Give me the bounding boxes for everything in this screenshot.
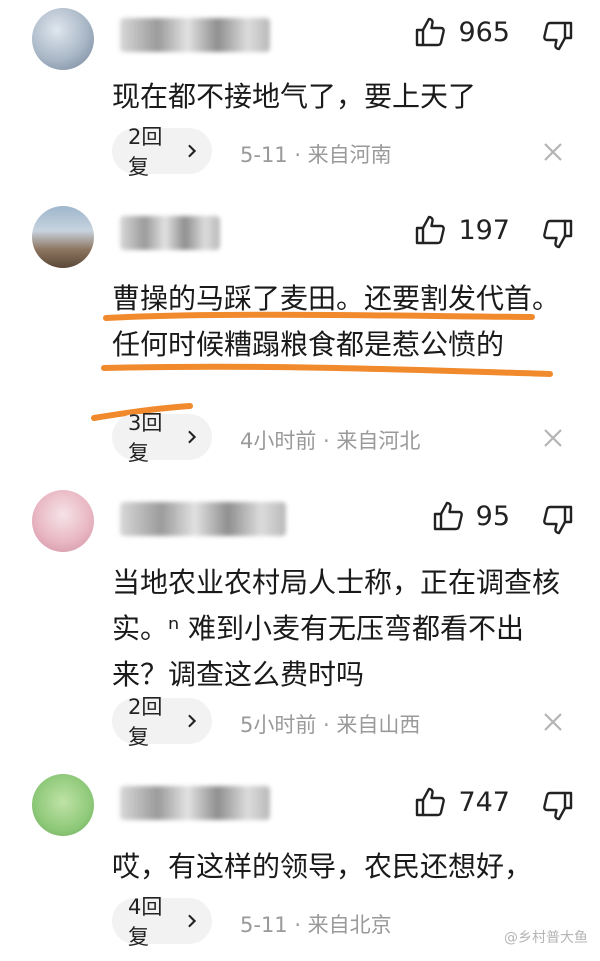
comment-meta: 5小时前 · 来自山西 — [240, 713, 421, 737]
like-button[interactable]: 747 — [414, 786, 510, 818]
like-count: 95 — [475, 500, 510, 532]
reply-count-button[interactable]: 2回复 — [112, 695, 212, 749]
thumbs-up-icon — [416, 17, 446, 47]
username-blurred[interactable] — [120, 502, 286, 536]
close-icon[interactable] — [542, 427, 564, 449]
chevron-right-icon — [187, 714, 196, 728]
username-blurred[interactable] — [120, 786, 270, 820]
thumbs-down-icon[interactable] — [542, 790, 574, 822]
like-button[interactable]: 965 — [414, 16, 510, 48]
like-count: 965 — [458, 16, 510, 48]
avatar[interactable] — [32, 774, 94, 836]
avatar[interactable] — [32, 8, 94, 70]
reply-count-button[interactable]: 3回复 — [112, 411, 212, 465]
reply-count: 2回复 — [128, 695, 163, 749]
chevron-right-icon — [187, 430, 196, 444]
comment-text: 哎，有这样的领导，农民还想好， — [112, 850, 533, 883]
comment-meta: 5-11 · 来自河南 — [240, 143, 392, 167]
username-blurred[interactable] — [120, 18, 270, 52]
watermark: @乡村普大鱼 — [504, 930, 588, 946]
thumbs-down-icon[interactable] — [542, 504, 574, 536]
avatar[interactable] — [32, 490, 94, 552]
highlight-underline — [91, 311, 553, 421]
close-icon[interactable] — [542, 141, 564, 163]
thumbs-down-icon[interactable] — [542, 20, 574, 52]
thumbs-up-icon — [433, 501, 463, 531]
reply-count: 2回复 — [128, 125, 163, 179]
like-button[interactable]: 95 — [432, 500, 510, 532]
like-count: 747 — [458, 786, 510, 818]
close-icon[interactable] — [542, 711, 564, 733]
reply-count: 3回复 — [128, 411, 163, 465]
reply-count: 4回复 — [128, 895, 163, 949]
comment-text: 当地农业农村局人士称，正在调查核实。ⁿ 难到小麦有无压弯都看不出来？调查这么费时… — [112, 566, 561, 691]
reply-count-button[interactable]: 2回复 — [112, 125, 212, 179]
comment-meta: 5-11 · 来自北京 — [240, 913, 392, 937]
chevron-right-icon — [187, 914, 196, 928]
thumbs-up-icon — [416, 787, 446, 817]
comment-text: 现在都不接地气了，要上天了 — [112, 80, 477, 113]
chevron-right-icon — [187, 144, 196, 158]
reply-count-button[interactable]: 4回复 — [112, 895, 212, 949]
comment-meta: 4小时前 · 来自河北 — [240, 429, 421, 453]
